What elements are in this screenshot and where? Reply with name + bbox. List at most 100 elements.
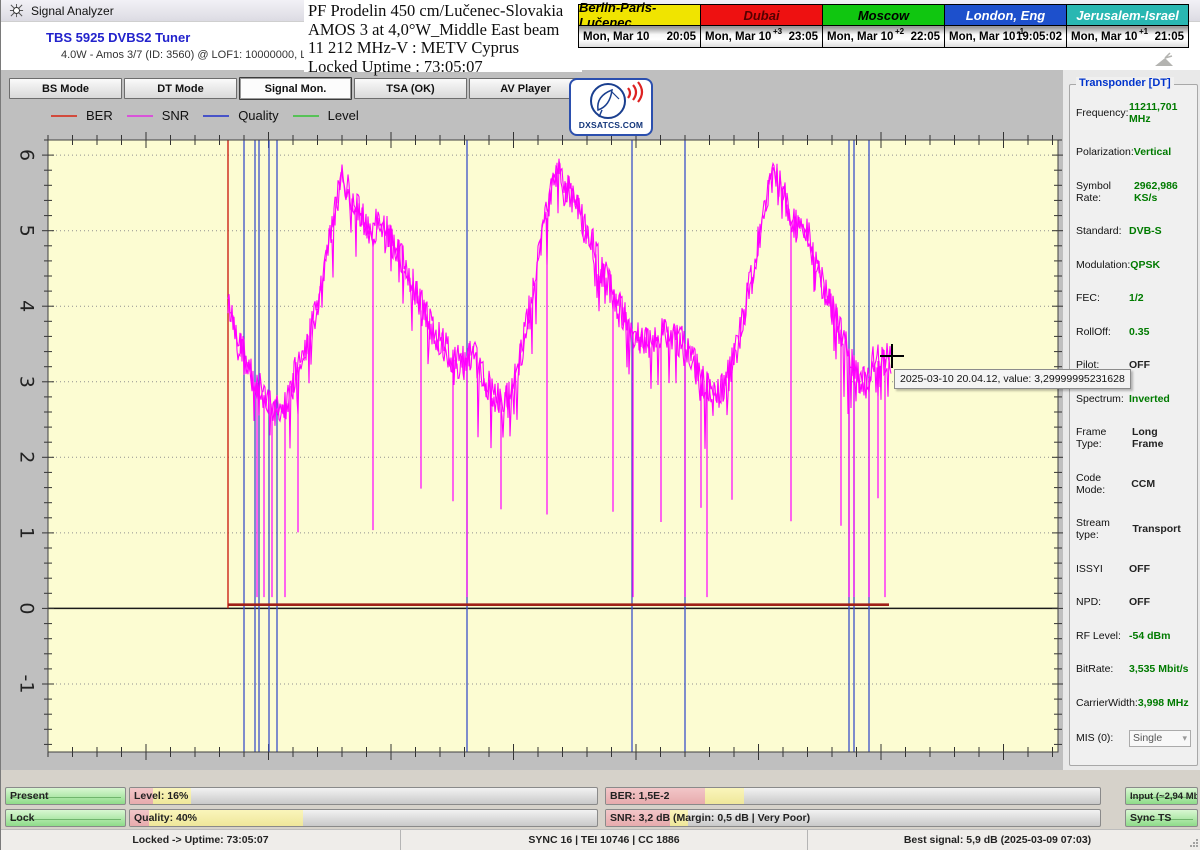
status-uptime: Locked -> Uptime: 73:05:07 [1,830,401,850]
transponder-panel-title: Transponder [DT] [1076,77,1174,89]
chevron-down-icon: ▾ [1182,732,1187,743]
transponder-row-label: FEC: [1076,292,1100,305]
window-title: Signal Analyzer [31,3,114,18]
crosshair-cursor [880,344,904,368]
annotation-line: Locked Uptime : 73:05:07 [308,56,483,76]
clock-utc-offset: -1 [1017,27,1025,36]
transponder-row: Spectrum: Inverted [1076,393,1191,405]
signal-chart-plot[interactable]: -1 0 1 2 3 4 5 6 [9,100,1064,775]
transponder-row: CarrierWidth: 3,998 MHz [1076,697,1191,709]
transponder-row-value: CCM [1131,477,1156,490]
svg-text:2: 2 [16,451,38,463]
tab-dt-mode[interactable]: DT Mode [124,78,237,99]
world-clocks: Berlin-Paris-Lučenec Mon, Mar 10 20:05 Du… [578,0,1189,48]
transponder-row-value: Inverted [1129,392,1170,405]
svg-text:6: 6 [16,149,38,161]
transponder-row-value: 3,535 Mbit/s [1129,663,1189,676]
clock-utc-offset: +1 [1139,27,1149,36]
clock-date: Mon, Mar 10 [1071,30,1138,43]
legend-swatch [126,114,153,117]
clock-date: Mon, Mar 10 [583,30,650,43]
clock-moscow: Moscow Mon, Mar 10 +2 22:05 [822,4,945,48]
signal-analyzer-window: Signal Analyzer TBS 5925 DVBS2 Tuner 4.0… [0,0,1200,850]
legend-item-quality: Quality [203,108,279,123]
clock-date: Mon, Mar 10 [705,30,772,43]
transponder-row-value: QPSK [1130,258,1161,271]
annotation-overlay: PF Prodelin 450 cm/Lučenec-Slovakia AMOS… [304,0,582,75]
transponder-row-label: Stream type: [1076,517,1110,542]
chart-legend: BER SNR Quality Level [51,108,359,123]
clock-city-label: Jerusalem-Israel [1067,5,1188,26]
svg-text:5: 5 [16,225,38,237]
tab-av-player[interactable]: AV Player [469,78,582,99]
mis-row: MIS (0): Single ▾ [1076,729,1191,747]
clock-utc-offset: +2 [895,27,905,36]
dish-logo-icon [590,81,644,119]
transponder-row: Frequency: 11211,701 MHz [1076,101,1191,125]
legend-swatch [292,114,319,117]
transponder-row-label: Standard: [1076,225,1122,238]
sync-ts-indicator: Sync TS [1125,809,1198,827]
mis-select-value: Single [1133,732,1163,745]
annotation-line: AMOS 3 at 4,0°W_Middle East beam [308,19,560,39]
transponder-row-label: CarrierWidth: [1076,696,1138,709]
transponder-row-label: Frame Type: [1076,426,1107,451]
clock-time: 23:05 [788,30,818,43]
app-dish-icon [9,3,24,18]
transponder-row: RollOff: 0.35 [1076,326,1191,338]
clock-berlin: Berlin-Paris-Lučenec Mon, Mar 10 20:05 [578,0,701,48]
level-gauge: Level: 16% [129,787,598,805]
transponder-row-label: Polarization: [1076,146,1134,159]
transponder-row-label: Symbol Rate: [1076,179,1112,204]
transponder-row: Modulation: QPSK [1076,259,1191,271]
transponder-row-value: Transport [1132,523,1181,536]
transponder-row-value: OFF [1129,596,1150,609]
transponder-row-label: Spectrum: [1076,392,1124,405]
transponder-row-value: Long Frame [1131,426,1164,451]
transponder-row-value: DVB-S [1129,225,1162,238]
transponder-row-label: ISSYI [1076,562,1103,575]
transponder-row-value: OFF [1129,562,1150,575]
clock-city-label: Dubai [701,5,822,26]
mis-select[interactable]: Single ▾ [1129,729,1191,747]
mode-tabs: BS Mode DT Mode Signal Mon. TSA (OK) AV … [9,77,582,100]
transponder-row: RF Level: -54 dBm [1076,630,1191,642]
transponder-panel: Transponder [DT] Frequency: 11211,701 MHz… [1069,77,1198,766]
transponder-row: Standard: DVB-S [1076,225,1191,237]
mis-label: MIS (0): [1076,732,1114,745]
transponder-row-label: NPD: [1076,596,1102,609]
tab-tsa[interactable]: TSA (OK) [354,78,467,99]
transponder-row-label: Frequency: [1076,107,1129,119]
clock-time: 20:05 [666,30,696,43]
legend-item-level: Level [292,108,359,123]
transponder-row: Frame Type: Long Frame [1076,426,1191,450]
tab-signal-mon[interactable]: Signal Mon. [239,77,352,100]
tuner-name: TBS 5925 DVBS2 Tuner [46,30,191,45]
transponder-row: FEC: 1/2 [1076,292,1191,304]
status-sync-tei-cc: SYNC 16 | TEI 10746 | CC 1886 [401,830,808,850]
annotation-line: 11 212 MHz-V : METV Cyprus [308,38,519,57]
svg-text:1: 1 [16,527,38,539]
transponder-row: Polarization: Vertical [1076,146,1191,158]
present-indicator: Present [5,787,126,805]
resize-grip[interactable] [1187,830,1200,850]
clock-utc-offset: +3 [773,27,783,36]
transponder-row: BitRate: 3,535 Mbit/s [1076,663,1191,675]
transponder-row: Code Mode: CCM [1076,472,1191,496]
legend-item-snr: SNR [126,108,189,123]
transponder-row-value: 2962,986 KS/s [1133,179,1178,204]
logo-text: DXSATCS.COM [578,120,644,130]
annotation-line: PF Prodelin 450 cm/Lučenec-Slovakia [308,1,564,20]
clock-city-label: Moscow [823,5,944,26]
clock-time: 21:05 [1154,30,1184,43]
transponder-row-label: RF Level: [1076,629,1121,642]
status-best-signal: Best signal: 5,9 dB (2025-03-09 07:03) [903,834,1092,846]
svg-text:4: 4 [16,300,38,312]
transponder-row: Symbol Rate: 2962,986 KS/s [1076,180,1191,204]
signal-chart-region: -1 0 1 2 3 4 5 6 BER SNR Quality Level [9,100,1064,770]
tab-bs-mode[interactable]: BS Mode [9,78,122,99]
clock-date: Mon, Mar 10 [949,30,1016,43]
clock-dubai: Dubai Mon, Mar 10 +3 23:05 [700,4,823,48]
clock-date: Mon, Mar 10 [827,30,894,43]
transponder-row-label: Modulation: [1076,258,1131,271]
